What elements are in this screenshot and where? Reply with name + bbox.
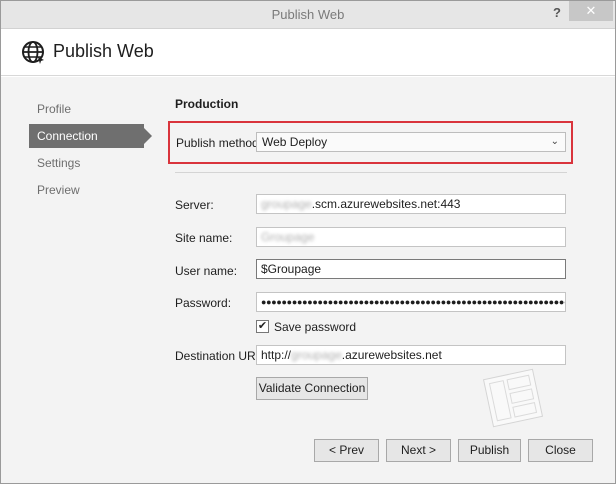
- destination-url-prefix: http://: [261, 348, 292, 362]
- server-input[interactable]: groupage.scm.azurewebsites.net:443: [256, 194, 566, 214]
- close-button[interactable]: Close: [528, 439, 593, 462]
- window-title: Publish Web: [271, 7, 345, 22]
- user-name-value: $Groupage: [261, 262, 322, 276]
- help-button[interactable]: ?: [549, 5, 565, 23]
- password-input[interactable]: ●●●●●●●●●●●●●●●●●●●●●●●●●●●●●●●●●●●●●●●●…: [256, 292, 566, 312]
- password-label: Password:: [175, 296, 232, 310]
- prev-button[interactable]: < Prev: [314, 439, 379, 462]
- dialog-heading: Publish Web: [53, 41, 154, 61]
- publish-method-label: Publish method:: [176, 136, 263, 150]
- publish-method-highlight: Publish method: Web Deploy ⌄: [168, 121, 573, 164]
- destination-url-input[interactable]: http://groupage.azurewebsites.net: [256, 345, 566, 365]
- user-name-label: User name:: [175, 264, 238, 278]
- destination-url-suffix: .azurewebsites.net: [341, 348, 442, 362]
- globe-icon: [22, 41, 44, 64]
- dialog-header: Publish Web: [1, 30, 615, 76]
- nav-item-preview[interactable]: Preview: [29, 178, 144, 202]
- publish-web-dialog: Publish Web ? ✕ Publish Web Profile Conn…: [0, 0, 616, 484]
- window-close-button[interactable]: ✕: [569, 1, 613, 21]
- next-button[interactable]: Next >: [386, 439, 451, 462]
- destination-url-value-blurred: groupage: [291, 348, 342, 362]
- server-value: .scm.azurewebsites.net:443: [311, 197, 461, 211]
- destination-url-label: Destination URL:: [175, 349, 266, 363]
- user-name-input[interactable]: $Groupage: [256, 259, 566, 279]
- section-title: Production: [175, 97, 239, 111]
- site-name-value-blurred: Groupage: [261, 230, 315, 244]
- chevron-down-icon: ⌄: [550, 136, 559, 147]
- password-value: ●●●●●●●●●●●●●●●●●●●●●●●●●●●●●●●●●●●●●●●●…: [261, 297, 566, 307]
- nav-item-connection[interactable]: Connection: [29, 124, 152, 148]
- publish-method-value: Web Deploy: [262, 135, 328, 149]
- server-value-blurred: groupage: [261, 197, 312, 211]
- nav-item-profile[interactable]: Profile: [29, 97, 144, 121]
- save-password-label[interactable]: Save password: [274, 320, 356, 334]
- publish-button[interactable]: Publish: [458, 439, 521, 462]
- save-password-checkbox[interactable]: ✔: [256, 320, 269, 333]
- watermark-graphic: [482, 368, 544, 428]
- validate-connection-button[interactable]: Validate Connection: [256, 377, 368, 400]
- server-label: Server:: [175, 198, 214, 212]
- nav-item-settings[interactable]: Settings: [29, 151, 144, 175]
- title-bar: Publish Web ? ✕: [1, 1, 615, 29]
- site-name-label: Site name:: [175, 231, 233, 245]
- publish-method-select[interactable]: Web Deploy ⌄: [256, 132, 566, 152]
- site-name-input[interactable]: Groupage: [256, 227, 566, 247]
- section-divider: [175, 172, 567, 173]
- dialog-body: Profile Connection Settings Preview Prod…: [1, 77, 615, 483]
- wizard-nav: Profile Connection Settings Preview: [29, 97, 152, 205]
